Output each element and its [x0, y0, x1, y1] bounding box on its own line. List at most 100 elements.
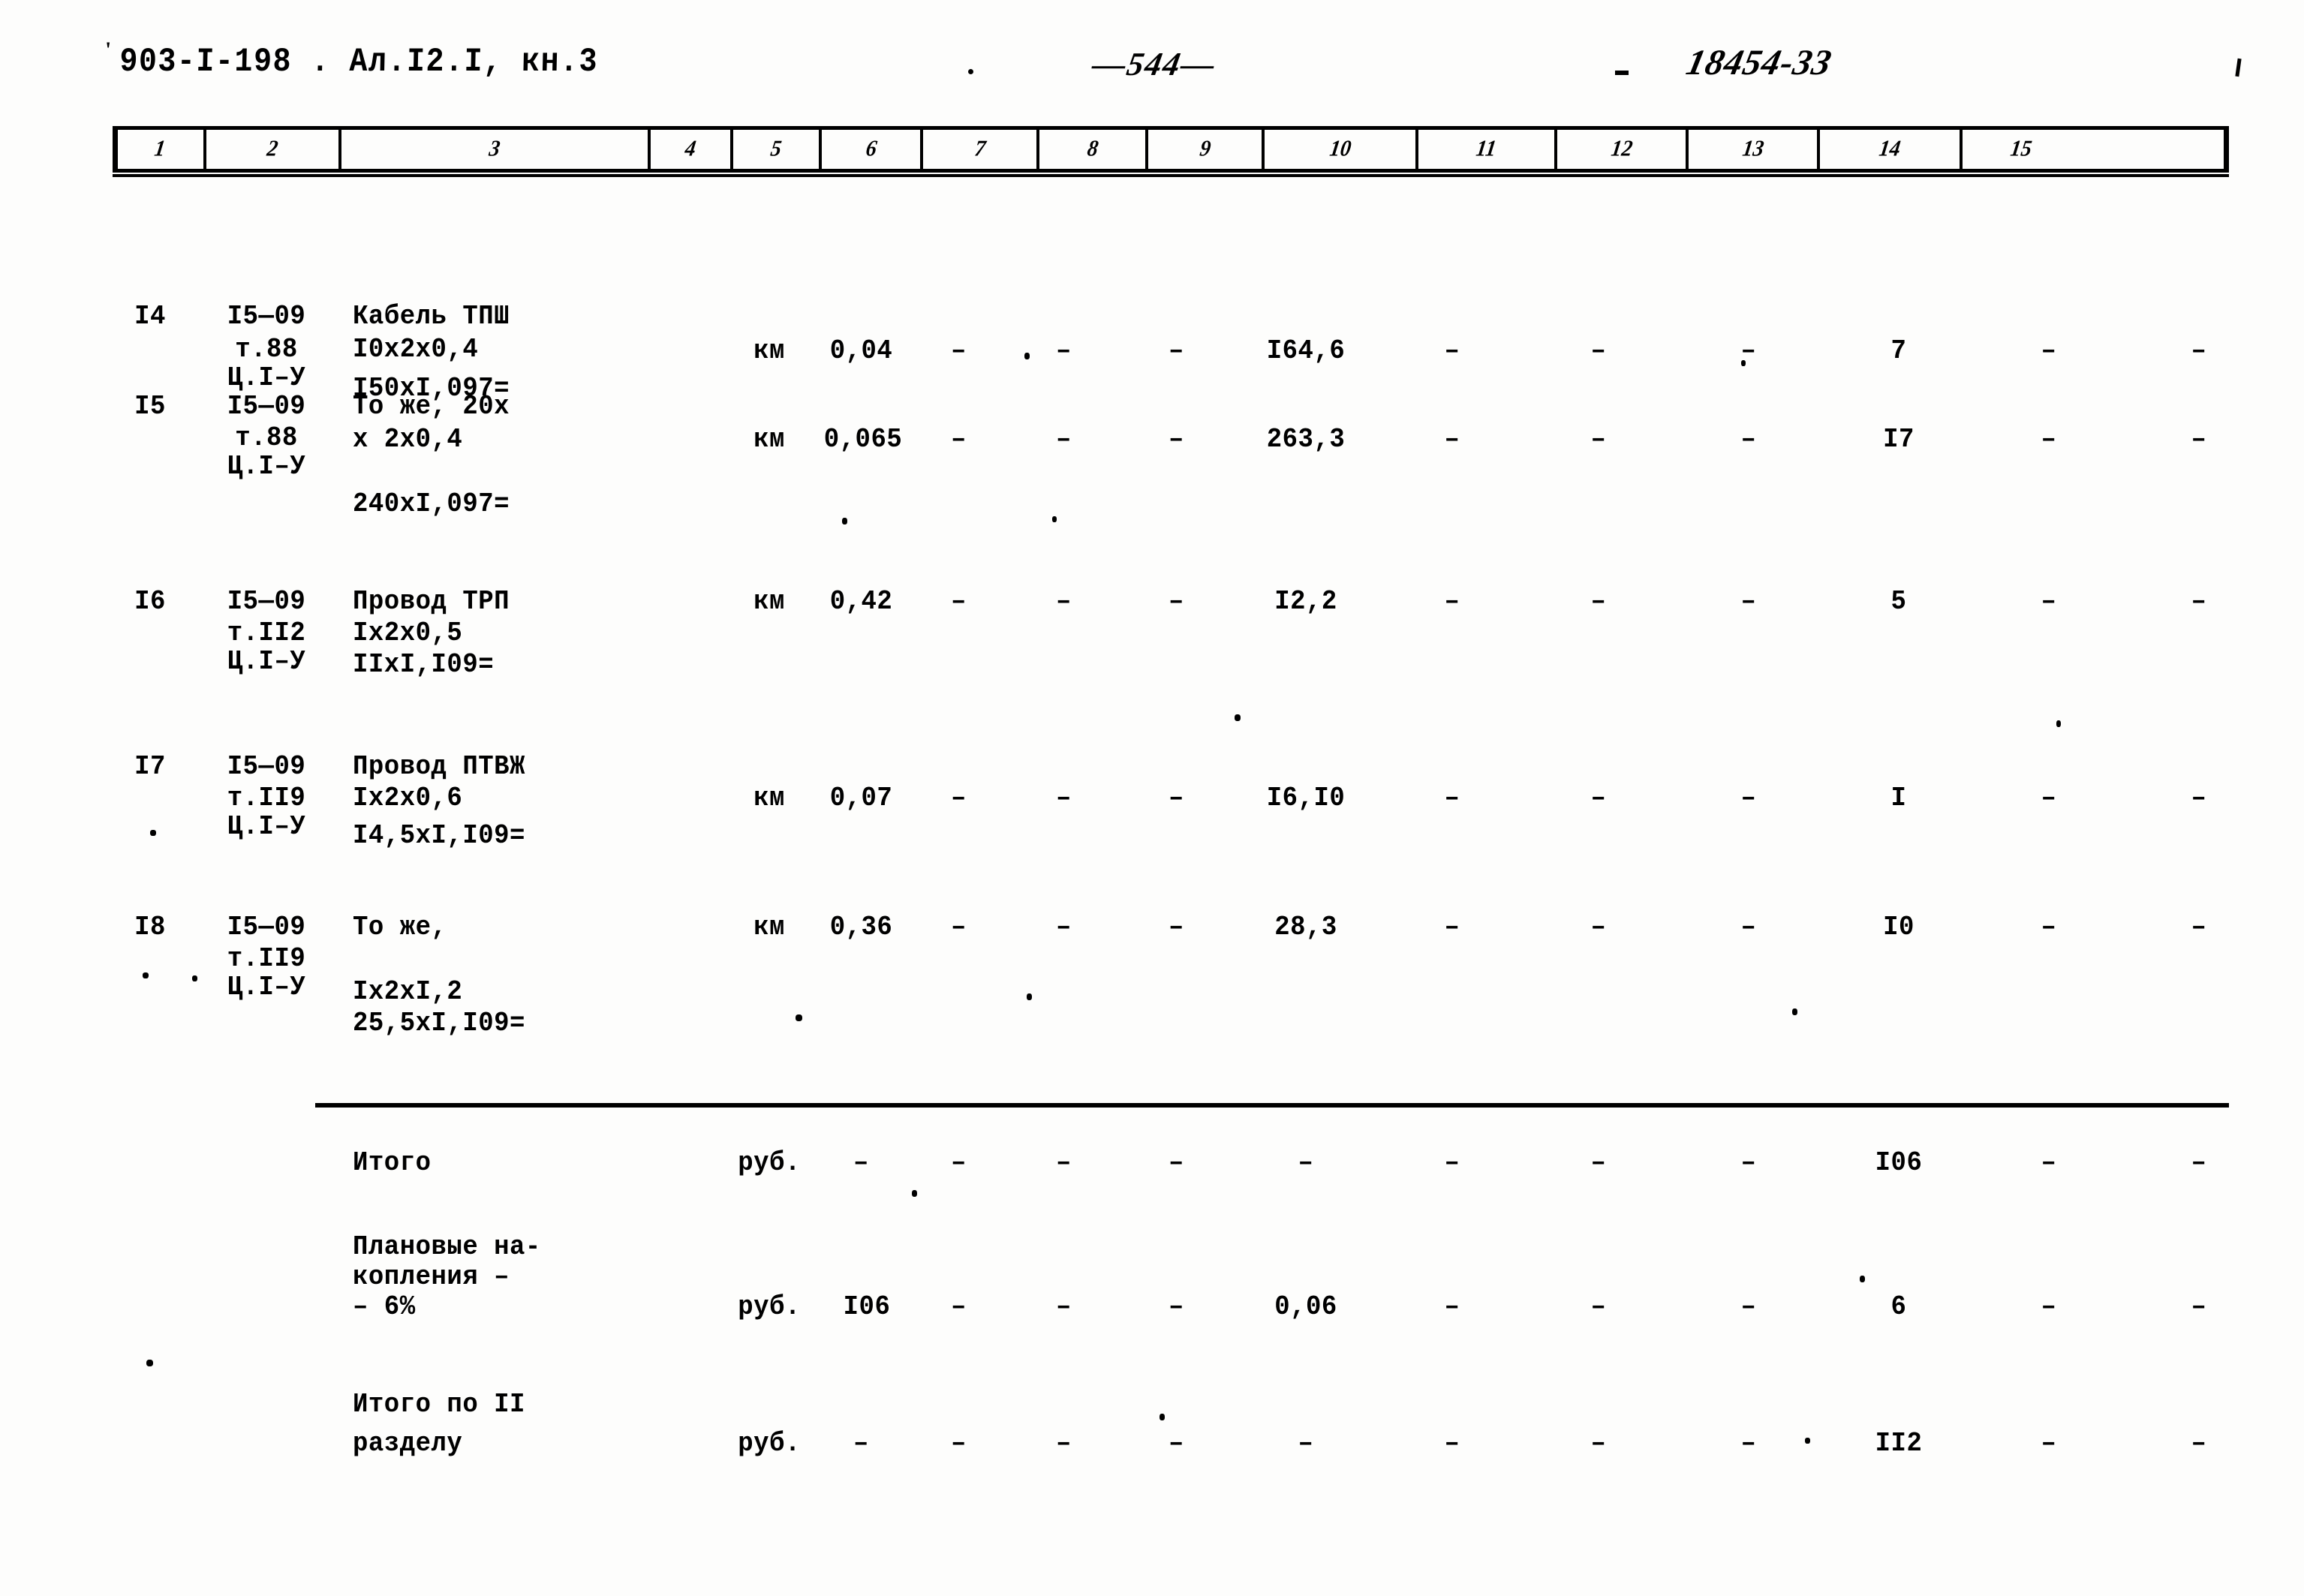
document-header: ' 903-I-198 . Ал.I2.I, кн.3 —544— 18454-… [0, 38, 2304, 96]
column-header-6-label: 6 [864, 136, 878, 162]
row-col14: – [2041, 336, 2057, 367]
column-header-4-label: 4 [683, 136, 698, 162]
row-number: I8 [134, 912, 166, 943]
totals-col13: 6 [1890, 1292, 1907, 1323]
scan-speck-c [2235, 58, 2242, 77]
row-col15: – [2191, 587, 2207, 618]
row-number: I4 [134, 302, 166, 332]
row-col15: – [2191, 912, 2207, 943]
totals-col12: – [1740, 1292, 1757, 1323]
row-col5: 0,04 [829, 336, 893, 367]
archive-stamp-number: 18454-33 [1683, 43, 1836, 83]
row-col15: – [2191, 425, 2207, 455]
row-col12: – [1740, 587, 1757, 618]
row-col11: – [1590, 587, 1607, 618]
row-col9: 263,3 [1266, 425, 1346, 455]
scan-speck [1860, 1276, 1865, 1282]
totals-col7: – [1056, 1429, 1072, 1459]
totals-col15: – [2191, 1148, 2207, 1179]
scan-speck [143, 972, 149, 978]
column-header-15-label: 15 [2008, 136, 2033, 162]
scan-tick-mark: ' [105, 38, 112, 62]
column-header-12: 12 [1557, 130, 1689, 169]
scan-speck-a [968, 69, 973, 74]
row-col14: – [2041, 912, 2057, 943]
row-col13: I7 [1883, 425, 1914, 455]
scan-speck [1024, 353, 1030, 359]
column-header-14-label: 14 [1877, 136, 1902, 162]
column-header-10: 10 [1265, 130, 1418, 169]
totals-col15: – [2191, 1292, 2207, 1323]
column-header-4: 4 [651, 130, 733, 169]
totals-col10: – [1444, 1292, 1460, 1323]
row-col11: – [1590, 336, 1607, 367]
column-header-5: 5 [733, 130, 822, 169]
scan-speck [1792, 1008, 1797, 1015]
scan-speck [912, 1190, 917, 1197]
totals-col13: I06 [1875, 1148, 1923, 1179]
column-header-14: 14 [1820, 130, 1963, 169]
row-col12: – [1740, 912, 1757, 943]
row-col14: – [2041, 783, 2057, 814]
column-header-13-label: 13 [1740, 136, 1765, 162]
row-col12: – [1740, 425, 1757, 455]
totals-label-line-2: разделу [353, 1429, 463, 1459]
page-number: —544— [1089, 46, 1220, 83]
row-name-line-1: То же, 20х [353, 392, 510, 422]
column-header-7-label: 7 [973, 136, 987, 162]
totals-col9: 0,06 [1274, 1292, 1337, 1323]
row-col10: – [1444, 912, 1460, 943]
totals-unit: руб. [738, 1292, 801, 1323]
row-ref-line-1: I5—09 [227, 302, 306, 332]
totals-col12: – [1740, 1429, 1757, 1459]
totals-label-line-1: Итого [353, 1148, 432, 1179]
row-name-line-3: 25,5хI,I09= [353, 1008, 525, 1039]
row-col10: – [1444, 336, 1460, 367]
totals-col6: – [951, 1429, 967, 1459]
row-col7: – [1056, 587, 1072, 618]
totals-col15: – [2191, 1429, 2207, 1459]
row-col10: – [1444, 425, 1460, 455]
row-name-line-3: IIхI,I09= [353, 650, 495, 681]
totals-col9: – [1298, 1148, 1314, 1179]
totals-col10: – [1444, 1429, 1460, 1459]
column-header-8: 8 [1039, 130, 1148, 169]
scan-speck-b [1615, 71, 1629, 75]
row-col13: I [1890, 783, 1907, 814]
column-header-12-label: 12 [1609, 136, 1634, 162]
column-header-15: 15 [1963, 130, 2079, 169]
totals-col14: – [2041, 1292, 2057, 1323]
totals-separator-rule [315, 1103, 2229, 1108]
column-header-13: 13 [1689, 130, 1820, 169]
totals-col10: – [1444, 1148, 1460, 1179]
row-name-line-1: Кабель ТПШ [353, 302, 510, 332]
row-col8: – [1169, 783, 1184, 814]
row-col7: – [1056, 425, 1072, 455]
row-col9: I6,I0 [1266, 783, 1346, 814]
row-unit: км [753, 425, 785, 455]
totals-col6: – [951, 1148, 967, 1179]
column-header-8-label: 8 [1085, 136, 1099, 162]
column-header-11-label: 11 [1474, 136, 1499, 162]
row-number: I7 [134, 752, 166, 783]
row-col5: 0,36 [829, 912, 893, 943]
row-name-line-3: 240хI,097= [353, 489, 510, 520]
row-col5: 0,07 [829, 783, 893, 814]
row-col11: – [1590, 783, 1607, 814]
totals-col9: – [1298, 1429, 1314, 1459]
totals-label-line-3: – 6% [353, 1292, 416, 1323]
row-col13: I0 [1883, 912, 1914, 943]
row-name-line-2: I0х2х0,4 [353, 335, 479, 365]
row-number: I6 [134, 587, 166, 618]
row-name-line-2: х 2х0,4 [353, 425, 463, 455]
row-col14: – [2041, 587, 2057, 618]
scan-speck [1027, 993, 1032, 1000]
totals-col14: – [2041, 1429, 2057, 1459]
column-header-2: 2 [206, 130, 341, 169]
row-col7: – [1056, 336, 1072, 367]
row-col9: 28,3 [1274, 912, 1337, 943]
row-name-line-1: То же, [353, 912, 447, 943]
row-col12: – [1740, 336, 1757, 367]
totals-label-line-1: Итого по II [353, 1390, 525, 1420]
table-header-underline [113, 174, 2229, 177]
